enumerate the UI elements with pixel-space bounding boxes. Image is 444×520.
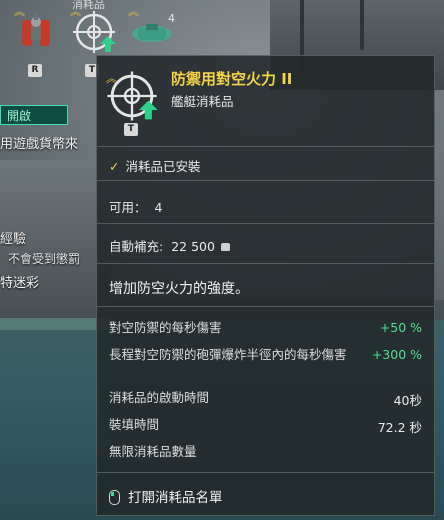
mouse-icon [109, 489, 120, 505]
consumable-tooltip: ︽ T 防禦用對空火力 II 艦艇消耗品 ✓ 消耗品已安裝 可用： 4 自動補充: 2… [96, 55, 435, 516]
divider [97, 146, 434, 147]
divider [97, 263, 434, 264]
sea-reflection [0, 318, 110, 330]
credits-icon [220, 242, 230, 251]
stat-label: 裝填時間 [109, 417, 160, 432]
stat-label: 對空防禦的每秒傷害 [109, 320, 222, 335]
stat-value: +50 % [379, 320, 422, 335]
checkmark-icon: ✓ [109, 159, 120, 174]
charges-label: 可用： [109, 200, 147, 215]
autobuy-value: 22 500 [171, 239, 215, 254]
consumable-slot-aa-defense[interactable]: ︽ T [70, 6, 118, 77]
open-button[interactable]: 開啟 [0, 105, 68, 125]
divider [97, 306, 434, 307]
stat-value: 40秒 [393, 393, 422, 408]
spotter-count: 4 [168, 12, 175, 25]
left-panel-text: 經驗 [0, 232, 27, 247]
ship-mast [360, 0, 364, 50]
hotkey-badge: T [124, 123, 138, 136]
fire-extinguisher-icon [22, 13, 50, 46]
divider [97, 223, 434, 224]
autobuy-row: 自動補充: 22 500 [109, 236, 230, 255]
tooltip-title: 防禦用對空火力 II [171, 70, 293, 88]
divider [97, 180, 434, 181]
divider [97, 472, 434, 473]
stat-label: 無限消耗品數量 [109, 444, 197, 459]
stat-label: 長程對空防禦的砲彈爆炸半徑內的每秒傷害 [109, 347, 347, 362]
stat-value: +300 % [371, 347, 422, 362]
left-panel-text: 不會受到懲罰 [8, 252, 81, 266]
left-panel-text: 用遊戲貨幣來 [0, 137, 79, 152]
aa-defense-icon [73, 11, 116, 53]
consumable-slot-damage-control[interactable]: ︽ R [14, 6, 62, 77]
aa-defense-icon [107, 71, 158, 121]
stat-value: 72.2 秒 [377, 420, 422, 435]
tooltip-description: 增加防空火力的強度。 [109, 281, 249, 297]
installed-status: ✓ 消耗品已安裝 [109, 159, 201, 174]
tooltip-subtitle: 艦艇消耗品 [171, 94, 234, 109]
open-consumables-list-action[interactable]: 打開消耗品名單 [109, 486, 223, 506]
left-panel-text: 特迷彩 [0, 276, 40, 291]
hotkey-badge: R [28, 64, 42, 77]
charges-row: 可用： 4 [109, 197, 162, 216]
stat-label: 消耗品的啟動時間 [109, 390, 210, 405]
autobuy-label: 自動補充: [109, 239, 164, 254]
charges-value: 4 [154, 200, 163, 215]
